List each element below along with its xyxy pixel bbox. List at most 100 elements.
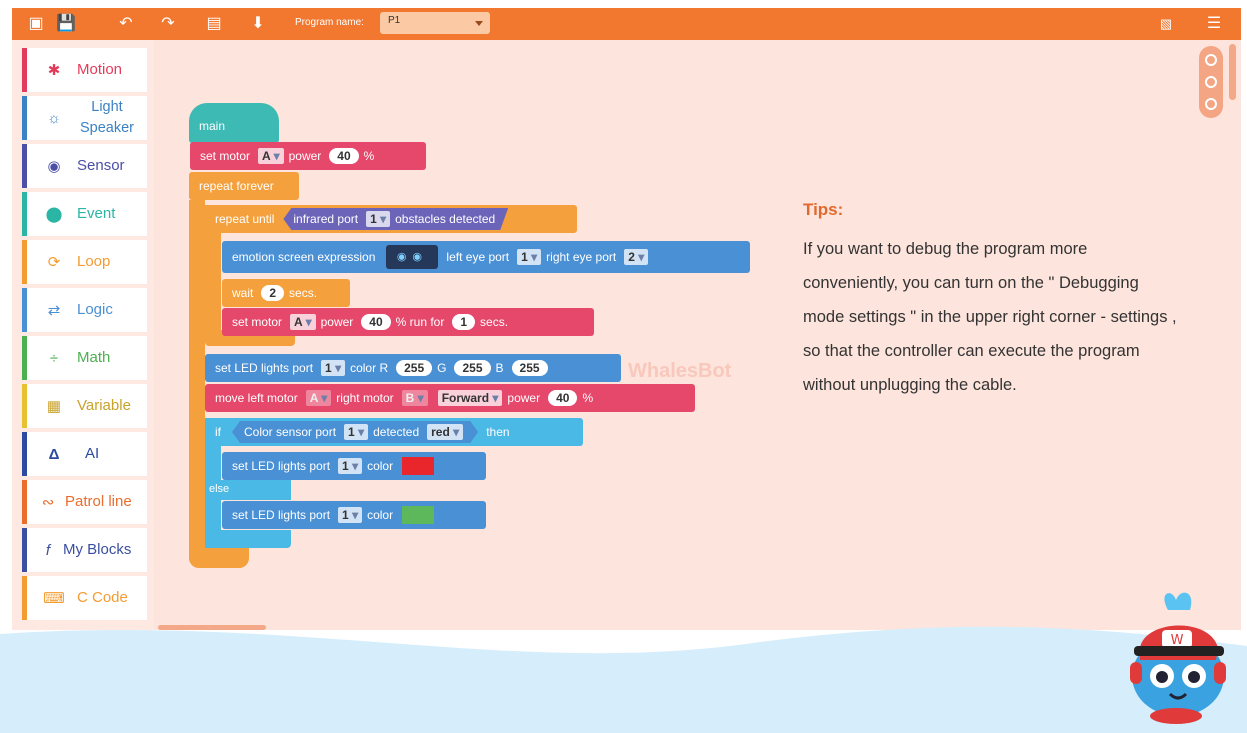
block-text: set motor <box>232 315 283 329</box>
block-text: % <box>363 149 375 163</box>
move-motors-block[interactable]: move left motor A right motor B Forward … <box>205 384 695 412</box>
sensor-icon: ◉ <box>47 158 61 175</box>
loop-foot <box>189 546 249 568</box>
top-toolbar: ▣ 💾 ↶ ↷ ▤ ⬇ Program name: P1 ▧ ☰ <box>12 8 1241 40</box>
whalesbot-watermark: WhalesBot <box>628 360 732 382</box>
block-text: set LED lights port <box>232 508 331 522</box>
red-color-swatch[interactable] <box>402 457 435 475</box>
category-c-code[interactable]: ⌨ C Code <box>22 576 147 620</box>
set-led-rgb-block[interactable]: set LED lights port 1 color R 255 G 255 … <box>205 354 621 382</box>
power-input[interactable]: 40 <box>548 390 578 406</box>
run-seconds-input[interactable]: 1 <box>452 314 476 330</box>
category-sidebar: ✱ Motion ☼ Light Speaker ◉ Sensor ⬤ Event ⟳ L… <box>12 40 154 630</box>
code-icon: ⌨ <box>43 590 65 607</box>
category-event[interactable]: ⬤ Event <box>22 192 147 236</box>
green-color-swatch[interactable] <box>402 506 435 524</box>
light-bulb-icon: ☼ <box>47 109 61 127</box>
led-port-dropdown[interactable]: 1 <box>321 360 346 376</box>
category-my-blocks[interactable]: f My Blocks <box>22 528 147 572</box>
wave-decoration <box>0 626 1247 733</box>
main-hat-block[interactable]: main <box>189 103 279 143</box>
block-text: color <box>367 508 394 522</box>
patrol-line-icon: ∾ <box>41 494 55 511</box>
repeat-forever-label: repeat forever <box>189 172 299 200</box>
category-label: AI <box>85 445 100 462</box>
left-eye-port-dropdown[interactable]: 1 <box>517 249 542 265</box>
function-icon: f <box>45 541 51 559</box>
category-variable[interactable]: ▦ Variable <box>22 384 147 428</box>
category-label: C Code <box>77 589 128 606</box>
block-text: right eye port <box>546 250 617 264</box>
zoom-controls <box>1199 46 1223 118</box>
category-sensor[interactable]: ◉ Sensor <box>22 144 147 188</box>
new-file-icon[interactable]: ▣ <box>26 14 46 34</box>
color-sensor-condition[interactable]: Color sensor port 1 detected red <box>232 421 478 443</box>
category-label: Sensor <box>77 157 125 174</box>
program-name-select[interactable]: P1 <box>380 12 490 34</box>
block-text: Color sensor port <box>244 425 337 439</box>
category-motion[interactable]: ✱ Motion <box>22 48 147 92</box>
set-led-green-block[interactable]: set LED lights port 1 color <box>222 501 486 529</box>
right-motor-dropdown[interactable]: B <box>401 390 428 406</box>
vertical-scrollbar[interactable] <box>1229 44 1236 100</box>
right-eye-port-dropdown[interactable]: 2 <box>624 249 649 265</box>
save-local-icon[interactable]: ▧ <box>1156 14 1176 34</box>
block-text: repeat until <box>215 212 275 226</box>
color-sensor-port-dropdown[interactable]: 1 <box>344 424 368 440</box>
category-math[interactable]: ÷ Math <box>22 336 147 380</box>
detected-color-dropdown[interactable]: red <box>427 424 463 440</box>
power-input[interactable]: 40 <box>329 148 359 164</box>
zoom-out-icon[interactable] <box>1205 76 1217 88</box>
toggle-icon: ⬤ <box>45 206 63 223</box>
category-label: Variable <box>77 397 131 414</box>
block-text: % run for <box>395 315 445 329</box>
loop-arm <box>189 200 205 560</box>
set-motor-block[interactable]: set motor A power 40 % <box>190 142 426 170</box>
redo-icon[interactable]: ↷ <box>158 14 178 34</box>
power-input[interactable]: 40 <box>361 314 391 330</box>
eye-expression-icon[interactable]: ◉◉ <box>386 245 439 269</box>
block-text: B <box>495 361 504 375</box>
category-light-speaker[interactable]: ☼ Light Speaker <box>22 96 147 140</box>
category-ai[interactable]: Δ AI <box>22 432 147 476</box>
block-text: set LED lights port <box>232 459 331 473</box>
blue-value-input[interactable]: 255 <box>511 360 548 376</box>
category-label: Light Speaker <box>79 99 134 136</box>
category-loop[interactable]: ⟳ Loop <box>22 240 147 284</box>
zoom-reset-icon[interactable] <box>1205 98 1217 110</box>
led-port-dropdown[interactable]: 1 <box>338 458 363 474</box>
block-text: color R <box>350 361 389 375</box>
set-led-red-block[interactable]: set LED lights port 1 color <box>222 452 486 480</box>
motor-port-dropdown[interactable]: A <box>290 314 316 330</box>
direction-dropdown[interactable]: Forward <box>437 390 503 406</box>
chevron-down-icon <box>475 21 483 26</box>
save-icon[interactable]: 💾 <box>56 14 76 34</box>
category-label: Loop <box>77 253 111 270</box>
emotion-screen-block[interactable]: emotion screen expression ◉◉ left eye po… <box>222 241 750 273</box>
green-value-input[interactable]: 255 <box>454 360 491 376</box>
motor-port-dropdown[interactable]: A <box>258 148 284 164</box>
infrared-condition[interactable]: infrared port 1 obstacles detected <box>283 208 508 230</box>
infrared-port-dropdown[interactable]: 1 <box>366 211 390 227</box>
repeat-until-block[interactable]: repeat until infrared port 1 obstacles d… <box>205 205 577 233</box>
menu-list-icon[interactable]: ☰ <box>1204 14 1224 34</box>
program-name-label: Program name: <box>295 17 364 28</box>
red-value-input[interactable]: 255 <box>396 360 433 376</box>
left-motor-dropdown[interactable]: A <box>305 390 332 406</box>
wait-seconds-input[interactable]: 2 <box>261 285 285 301</box>
block-text: set motor <box>200 149 251 163</box>
block-text: then <box>486 425 510 439</box>
monitor-icon[interactable]: ▤ <box>204 14 224 34</box>
undo-icon[interactable]: ↶ <box>116 14 136 34</box>
category-patrol-line[interactable]: ∾ Patrol line <box>22 480 147 524</box>
set-motor-run-block[interactable]: set motor A power 40 % run for 1 secs. <box>222 308 594 336</box>
zoom-in-icon[interactable] <box>1205 54 1217 66</box>
category-logic[interactable]: ⇄ Logic <box>22 288 147 332</box>
category-label: My Blocks <box>63 541 132 558</box>
led-port-dropdown[interactable]: 1 <box>338 507 363 523</box>
download-icon[interactable]: ⬇ <box>248 14 268 34</box>
wait-block[interactable]: wait 2 secs. <box>222 279 350 307</box>
motion-icon: ✱ <box>47 62 61 79</box>
if-color-block[interactable]: if Color sensor port 1 detected red then <box>205 418 583 446</box>
category-label: Logic <box>77 301 113 318</box>
